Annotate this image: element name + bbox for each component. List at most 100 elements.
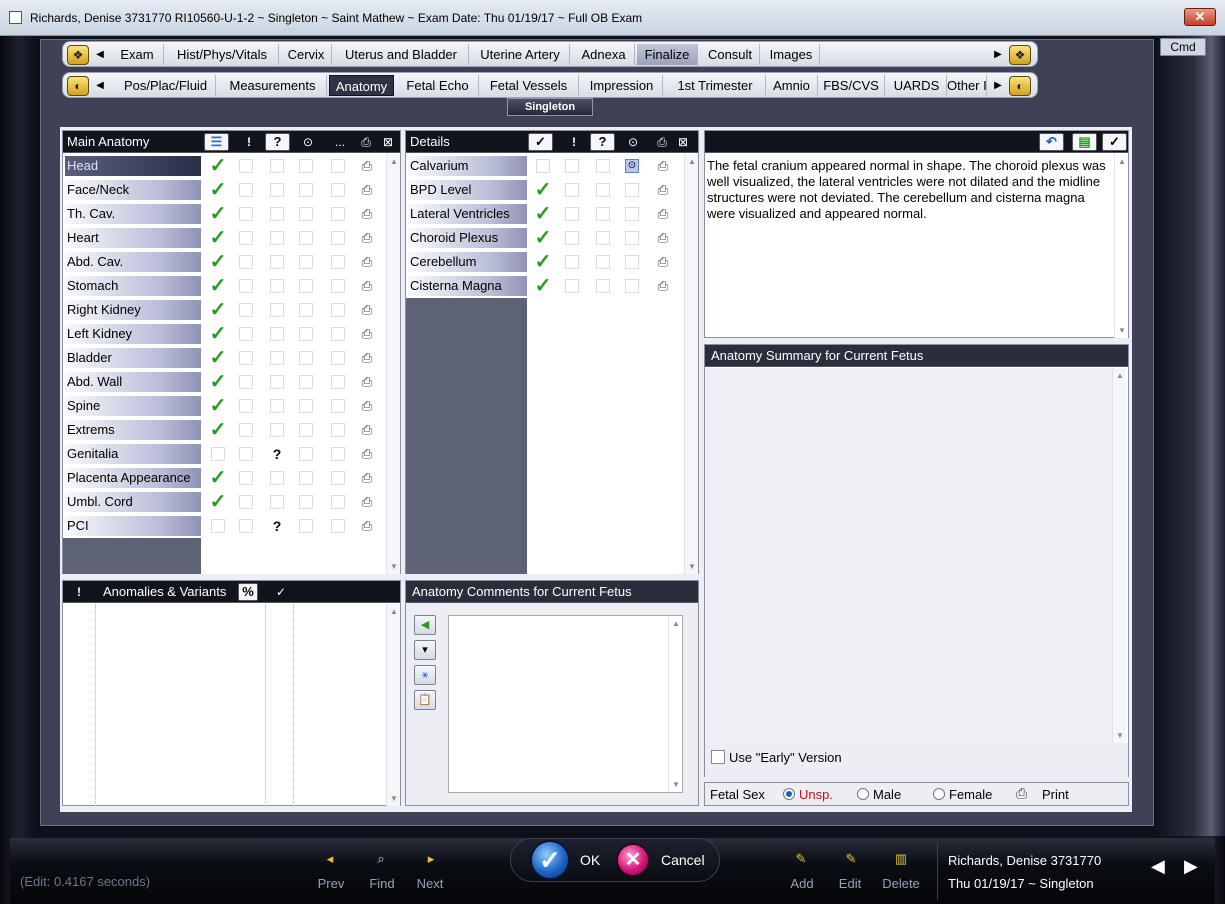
question-checkbox[interactable]: [270, 399, 284, 413]
sex-unsp-radio[interactable]: [783, 788, 795, 800]
eye-checkbox[interactable]: [299, 183, 313, 197]
question-checkbox[interactable]: [270, 279, 284, 293]
tab-fetal-echo[interactable]: Fetal Echo: [397, 75, 479, 96]
tab-adnexa[interactable]: Adnexa: [573, 44, 635, 65]
cancel-x-icon[interactable]: ✕: [616, 843, 650, 877]
eye-checkbox[interactable]: [299, 327, 313, 341]
cmd-button[interactable]: Cmd: [1160, 38, 1206, 56]
eye-checkbox[interactable]: [299, 231, 313, 245]
prev-button[interactable]: Prev: [309, 876, 353, 891]
normal-check-icon[interactable]: ✓: [532, 227, 554, 249]
main-anatomy-scrollbar[interactable]: ▲ ▼: [386, 154, 400, 574]
question-checkbox[interactable]: [270, 303, 284, 317]
print-icon[interactable]: ⎙: [358, 373, 376, 391]
tab-1st-trimester[interactable]: 1st Trimester: [665, 75, 766, 96]
anatomy-row[interactable]: Heart ✓ ⎙: [63, 226, 386, 250]
print-icon[interactable]: ⎙: [358, 421, 376, 439]
normal-check-icon[interactable]: ✓: [532, 203, 554, 225]
anatomy-row[interactable]: Head ✓ ⎙: [63, 154, 386, 178]
normal-check-icon[interactable]: ✓: [207, 371, 229, 393]
anatomy-label[interactable]: Right Kidney: [65, 300, 201, 320]
tab-impression[interactable]: Impression: [581, 75, 663, 96]
next-section-nav-icon[interactable]: ◐: [1009, 76, 1031, 96]
tab-fbs-cvs[interactable]: FBS/CVS: [818, 75, 885, 96]
anatomy-label[interactable]: Left Kidney: [65, 324, 201, 344]
abnormal-checkbox[interactable]: [239, 495, 253, 509]
more-checkbox[interactable]: [331, 351, 345, 365]
print-icon[interactable]: ⎙: [358, 301, 376, 319]
anatomy-row[interactable]: Spine ✓ ⎙: [63, 394, 386, 418]
print-icon[interactable]: ⎙: [654, 157, 672, 175]
anomalies-scrollbar[interactable]: ▲ ▼: [386, 604, 400, 806]
eye-checkbox[interactable]: [299, 495, 313, 509]
abnormal-checkbox[interactable]: [239, 303, 253, 317]
print-icon[interactable]: ⎙: [654, 205, 672, 223]
anatomy-label[interactable]: Stomach: [65, 276, 201, 296]
no-print-column-icon[interactable]: ⊠: [379, 133, 397, 151]
more-checkbox[interactable]: [331, 447, 345, 461]
normal-check-icon[interactable]: ✓: [532, 179, 554, 201]
comments-scrollbar[interactable]: ▲ ▼: [668, 616, 682, 792]
detail-label[interactable]: Cisterna Magna: [408, 276, 527, 296]
find-button[interactable]: Find: [360, 876, 404, 891]
more-checkbox[interactable]: [331, 423, 345, 437]
question-checkbox[interactable]: [270, 255, 284, 269]
tab-finalize[interactable]: Finalize: [637, 44, 698, 65]
detail-checkbox[interactable]: [565, 207, 579, 221]
abnormal-checkbox[interactable]: [239, 423, 253, 437]
question-checkbox[interactable]: [270, 207, 284, 221]
anatomy-row[interactable]: Stomach ✓ ⎙: [63, 274, 386, 298]
add-button[interactable]: Add: [780, 876, 824, 891]
anatomy-row[interactable]: Umbl. Cord ✓ ⎙: [63, 490, 386, 514]
anatomy-label[interactable]: Abd. Cav.: [65, 252, 201, 272]
eye-checkbox[interactable]: [299, 519, 313, 533]
detail-row[interactable]: Lateral Ventricles ✓ ⎙: [406, 202, 684, 226]
clipboard-icon[interactable]: 📋: [414, 690, 436, 710]
question-checkbox[interactable]: [270, 351, 284, 365]
anatomy-label[interactable]: Face/Neck: [65, 180, 201, 200]
question-mark-icon[interactable]: ?: [268, 445, 286, 463]
normal-check-icon[interactable]: ✓: [207, 251, 229, 273]
accept-button[interactable]: ✓: [1102, 133, 1127, 151]
anatomy-row[interactable]: Placenta Appearance ✓ ⎙: [63, 466, 386, 490]
more-checkbox[interactable]: [331, 375, 345, 389]
eye-checkbox[interactable]: [625, 279, 639, 293]
abnormal-checkbox[interactable]: [239, 207, 253, 221]
detail-label[interactable]: Cerebellum: [408, 252, 527, 272]
more-checkbox[interactable]: [331, 255, 345, 269]
comments-text-area[interactable]: [448, 615, 683, 793]
more-checkbox[interactable]: [331, 303, 345, 317]
anatomy-row[interactable]: PCI? ⎙: [63, 514, 386, 538]
insert-comment-icon[interactable]: ◀: [414, 615, 436, 635]
normal-check-icon[interactable]: ✓: [207, 323, 229, 345]
no-print-column-icon[interactable]: ⊠: [674, 133, 692, 151]
more-checkbox[interactable]: [331, 495, 345, 509]
print-icon[interactable]: ⎙: [654, 253, 672, 271]
detail-row[interactable]: BPD Level ✓ ⎙: [406, 178, 684, 202]
tab-other-i[interactable]: Other I: [947, 75, 987, 96]
tab-images[interactable]: Images: [763, 44, 820, 65]
fetus-selector[interactable]: Singleton: [507, 98, 593, 116]
normal-check-icon[interactable]: ✓: [207, 491, 229, 513]
tree-icon[interactable]: ⚹: [414, 665, 436, 685]
tab-uards[interactable]: UARDS: [887, 75, 947, 96]
anatomy-label[interactable]: Spine: [65, 396, 201, 416]
eye-checkbox[interactable]: [625, 207, 639, 221]
question-checkbox[interactable]: [270, 423, 284, 437]
ok-button[interactable]: OK: [580, 852, 600, 868]
percent-button[interactable]: %: [238, 583, 258, 601]
sex-female-radio[interactable]: [933, 788, 945, 800]
print-icon[interactable]: ⎙: [358, 277, 376, 295]
ok-check-icon[interactable]: ✓: [530, 840, 570, 880]
print-icon[interactable]: ⎙: [358, 253, 376, 271]
tab-fetal-vessels[interactable]: Fetal Vessels: [479, 75, 579, 96]
detail-row[interactable]: Cisterna Magna ✓ ⎙: [406, 274, 684, 298]
question-column-icon[interactable]: ?: [265, 133, 290, 151]
more-checkbox[interactable]: [331, 231, 345, 245]
tab-scroll-left-icon[interactable]: ◀: [93, 45, 107, 65]
more-checkbox[interactable]: [331, 519, 345, 533]
more-checkbox[interactable]: [331, 471, 345, 485]
abnormal-checkbox[interactable]: [239, 183, 253, 197]
question-column-icon[interactable]: ?: [590, 133, 615, 151]
print-icon[interactable]: ⎙: [358, 181, 376, 199]
